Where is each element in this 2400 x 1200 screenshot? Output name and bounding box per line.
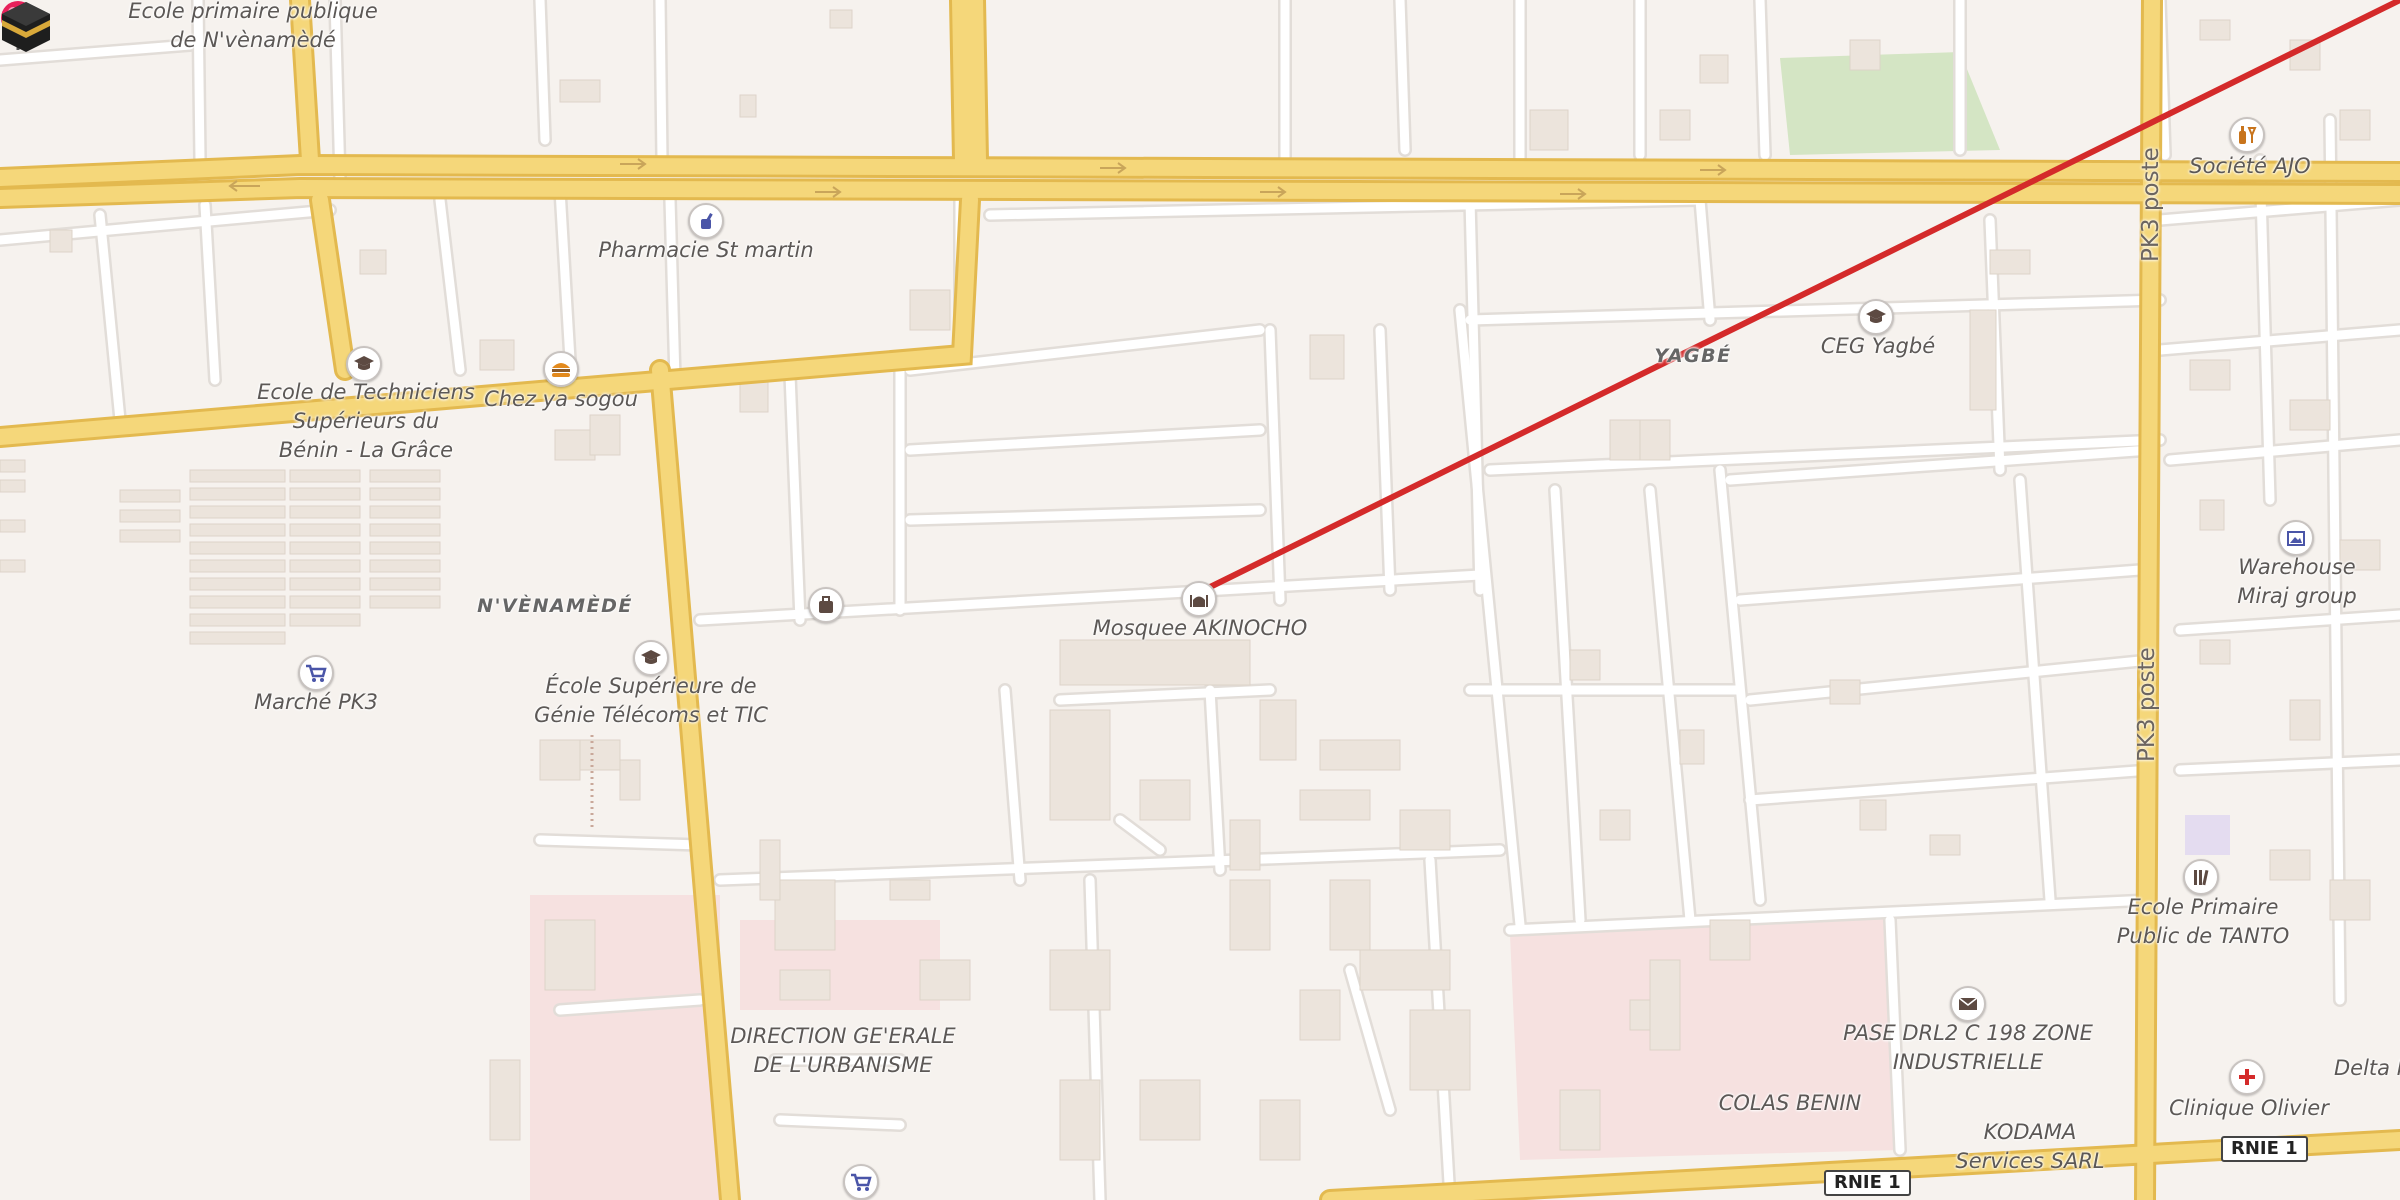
burger-icon[interactable] — [543, 351, 579, 387]
map-canvas[interactable]: Ecole primaire publique de N'vènamèdé Pha… — [0, 0, 2400, 1200]
place-label: Warehouse Miraj group — [2237, 555, 2357, 608]
place-label: Delta M — [2334, 1056, 2400, 1080]
place-label: Ecole primaire publique de N'vènamèdé — [128, 0, 378, 52]
place-label: COLAS BENIN — [1718, 1091, 1862, 1115]
shopping-cart-icon[interactable] — [843, 1164, 879, 1200]
place-label: Pharmacie St martin — [598, 238, 814, 262]
place-label: Ecole de Techniciens Supérieurs du Bénin -… — [257, 380, 475, 462]
route-shield: RNIE 1 — [2221, 1136, 2308, 1162]
graduation-cap-icon[interactable] — [1858, 299, 1894, 335]
district-label: N'VÈNAMÈDÉ — [477, 595, 633, 617]
books-icon[interactable] — [2183, 859, 2219, 895]
graduation-cap-icon[interactable] — [633, 640, 669, 676]
road-name-label: PK3 poste — [2138, 147, 2164, 262]
bottle-icon[interactable] — [2229, 117, 2265, 153]
district-label: YAGBÉ — [1654, 345, 1732, 367]
mosque-icon[interactable] — [1181, 581, 1217, 617]
graduation-cap-icon[interactable] — [346, 346, 382, 382]
route-shield: RNIE 1 — [1824, 1170, 1911, 1196]
red-cross-icon[interactable] — [2229, 1059, 2265, 1095]
kaaba-icon[interactable] — [0, 0, 52, 54]
zone-institutional — [740, 920, 940, 1010]
mail-icon[interactable] — [1950, 986, 1986, 1022]
place-label: PASE DRL2 C 198 ZONE INDUSTRIELLE — [1843, 1021, 2093, 1074]
place-label: Ecole Primaire Public de TANTO — [2116, 895, 2290, 948]
pharmacy-icon[interactable] — [688, 203, 724, 239]
place-label: École Supérieure de Génie Télécoms et TIC — [534, 674, 768, 727]
place-label: Mosquee AKINOCHO — [1092, 616, 1308, 640]
shopping-cart-icon[interactable] — [298, 655, 334, 691]
place-label: Chez ya sogou — [484, 387, 638, 411]
school-grounds — [2185, 815, 2230, 855]
place-label: DIRECTION GE'ERALE DE L'URBANISME — [730, 1024, 956, 1077]
road-name-label: PK3 poste — [2134, 647, 2160, 762]
suitcase-icon[interactable] — [808, 587, 844, 623]
place-label: CEG Yagbé — [1820, 334, 1936, 358]
place-label: Marché PK3 — [254, 690, 378, 714]
place-label: Clinique Olivier — [2169, 1096, 2329, 1120]
picture-icon[interactable] — [2278, 520, 2314, 556]
place-label: Société AJO — [2189, 154, 2311, 178]
place-label: KODAMA Services SARL — [1955, 1120, 2105, 1173]
